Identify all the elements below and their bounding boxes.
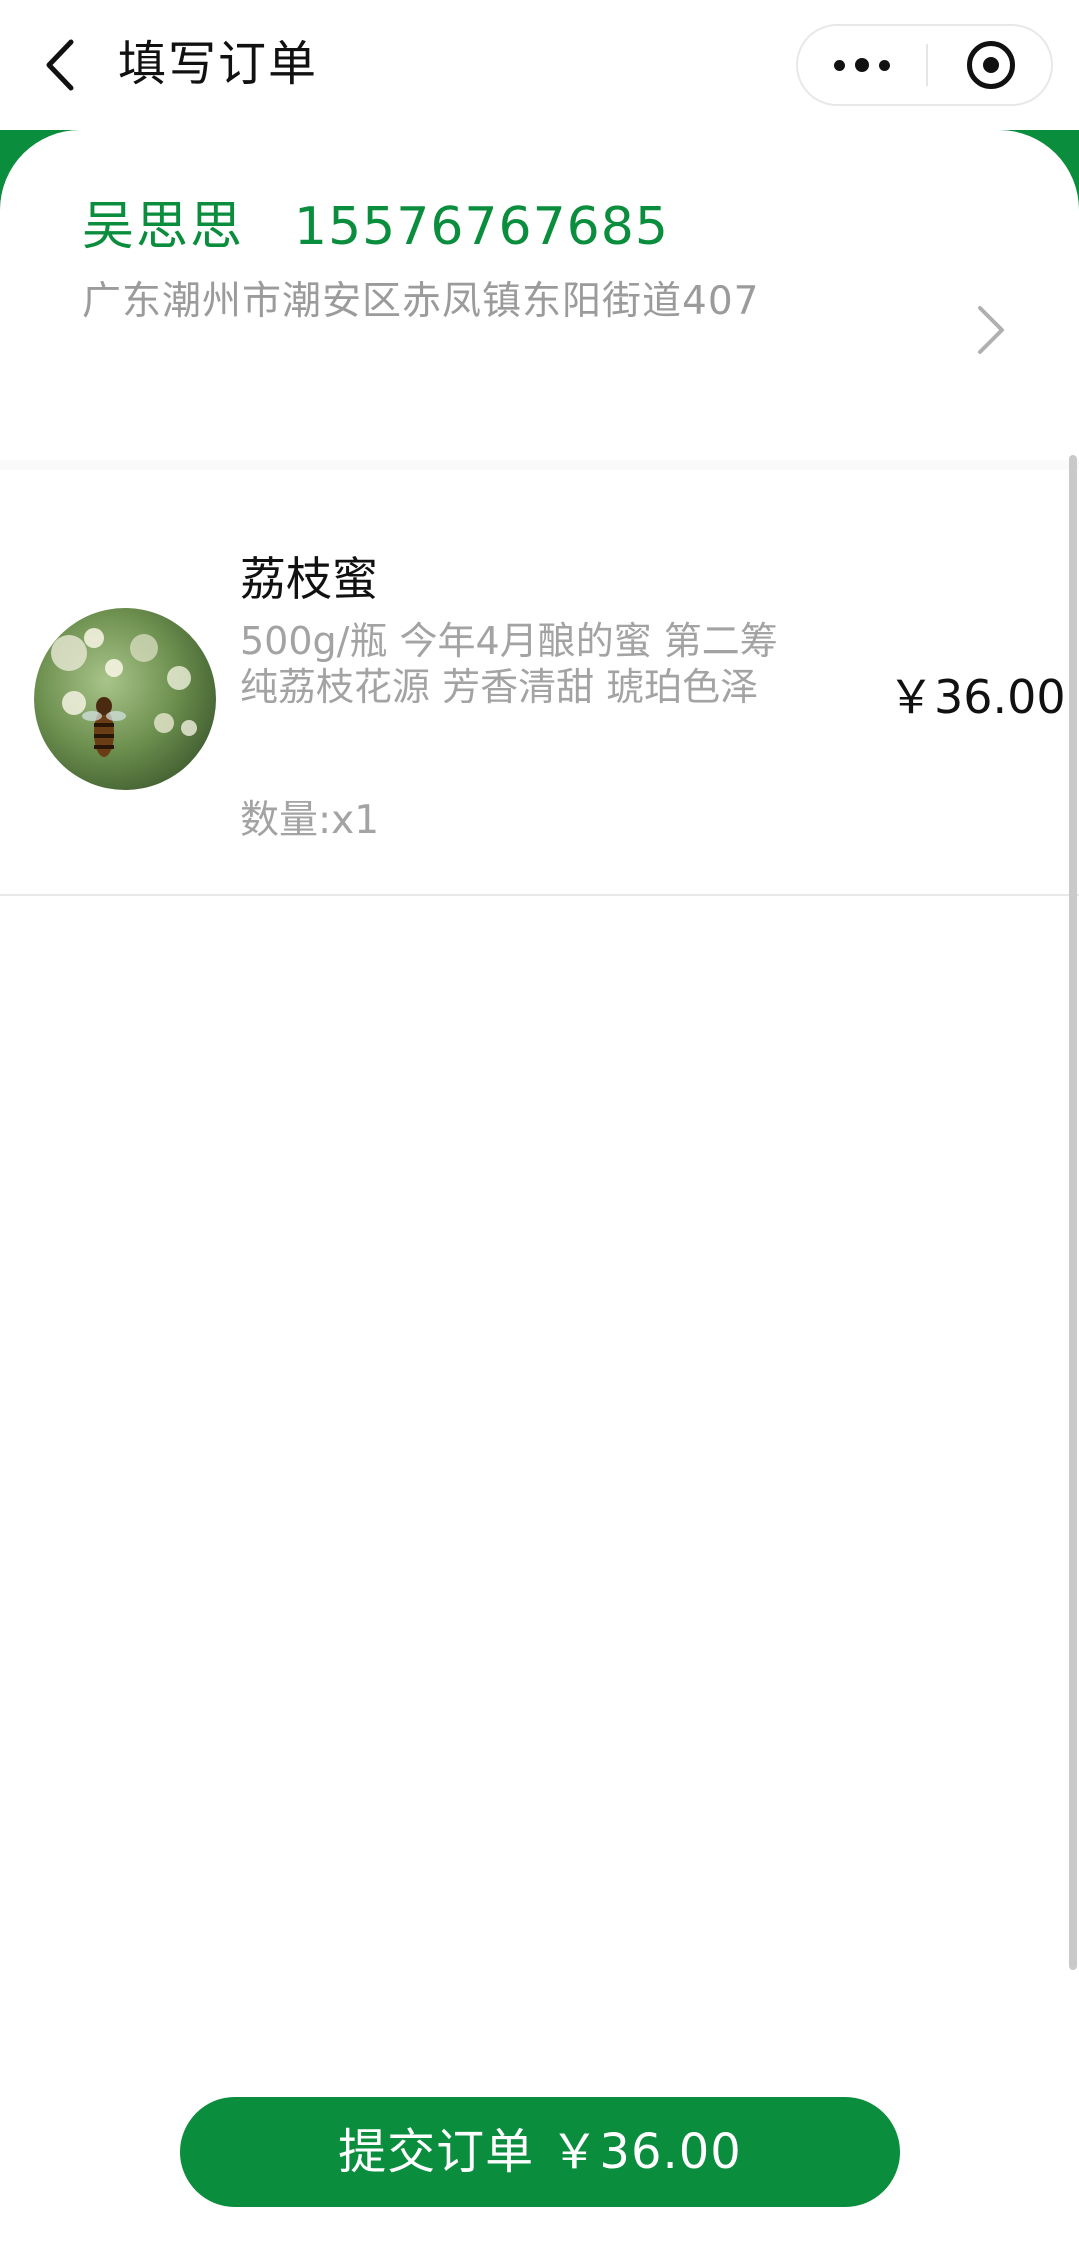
chevron-left-icon — [46, 39, 74, 91]
nav-bar: 填写订单 — [0, 0, 1079, 130]
more-button[interactable] — [798, 26, 926, 104]
product-name: 荔枝蜜 — [240, 552, 378, 606]
shipping-address: 广东潮州市潮安区赤凤镇东阳街道407 — [82, 279, 760, 324]
section-divider — [0, 460, 1079, 470]
product-price: ￥36.00 — [888, 670, 1066, 724]
scrollbar-thumb[interactable] — [1069, 455, 1077, 1970]
chevron-right-icon — [978, 306, 1004, 354]
page-title: 填写订单 — [118, 36, 319, 92]
scrollbar[interactable] — [1069, 455, 1077, 1970]
submit-order-button[interactable]: 提交订单 ￥36.00 — [180, 2097, 900, 2207]
order-item: 荔枝蜜 500g/瓶 今年4月酿的蜜 第二筹纯荔枝花源 芳香清甜 琥珀色泽 数量… — [0, 470, 1079, 896]
address-card[interactable]: 吴思思 15576767685 广东潮州市潮安区赤凤镇东阳街道407 — [0, 130, 1079, 460]
product-quantity: 数量:x1 — [240, 798, 380, 843]
capsule-divider — [926, 44, 928, 86]
recipient-name: 吴思思 — [82, 197, 245, 257]
recipient-phone: 15576767685 — [294, 197, 669, 257]
close-mini-program-button[interactable] — [929, 26, 1053, 104]
more-dots-icon — [834, 58, 890, 72]
target-close-icon — [967, 41, 1015, 89]
product-image — [34, 608, 216, 790]
mini-program-capsule — [796, 24, 1053, 106]
product-description: 500g/瓶 今年4月酿的蜜 第二筹纯荔枝花源 芳香清甜 琥珀色泽 — [240, 619, 778, 709]
back-button[interactable] — [30, 30, 90, 100]
